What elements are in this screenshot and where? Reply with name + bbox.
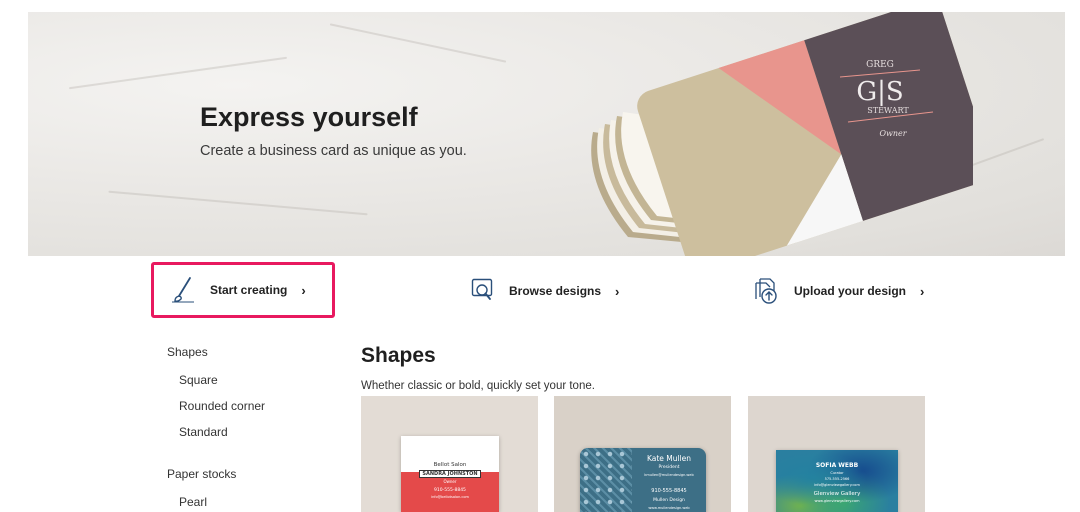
hero-subtitle: Create a business card as unique as you. <box>200 143 467 159</box>
section-title: Shapes <box>361 344 436 367</box>
card-text: info@bellotsalon.com <box>431 495 469 499</box>
chevron-right-icon: › <box>615 283 620 299</box>
card-pattern <box>580 448 632 512</box>
browse-designs-link[interactable]: Browse designs › <box>471 278 619 304</box>
browse-designs-label: Browse designs <box>509 284 602 298</box>
magnifier-card-icon <box>471 278 493 300</box>
sidebar-item-rounded-corner[interactable]: Rounded corner <box>179 399 265 413</box>
card-text: info@glenviewgallery.com <box>814 483 860 487</box>
shape-tile-square[interactable]: Bellot Salon SANDRA JOHNSTON Owner 910-5… <box>361 396 538 512</box>
card-text: Mullen Design <box>653 498 685 503</box>
start-creating-link[interactable]: Start creating › <box>170 276 306 304</box>
card-text: kmullen@mullendesign.web <box>644 473 694 477</box>
card-text: www.mullendesign.web <box>648 506 690 510</box>
card-name-top: GREG <box>866 60 894 70</box>
chevron-right-icon: › <box>920 283 925 299</box>
hero-title: Express yourself <box>200 102 418 132</box>
upload-design-label: Upload your design <box>794 284 907 298</box>
chevron-right-icon: › <box>301 282 306 298</box>
shape-tile-standard[interactable]: SOFIA WEBB Curator 575-555-2566 info@gle… <box>748 396 925 512</box>
card-text: SANDRA JOHNSTON <box>419 470 481 478</box>
hero-banner: Express yourself Create a business card … <box>28 12 1065 256</box>
sidebar-item-square[interactable]: Square <box>179 373 218 387</box>
shape-tile-rounded-corner[interactable]: Kate Mullen President kmullen@mullendesi… <box>554 396 731 512</box>
card-text: Kate Mullen <box>646 454 692 463</box>
card-text: Glenview Gallery <box>813 491 861 497</box>
card-text: 575-555-2566 <box>824 477 850 481</box>
start-creating-label: Start creating <box>210 283 288 297</box>
sidebar-heading-paper-stocks[interactable]: Paper stocks <box>167 467 236 481</box>
card-role: Owner <box>879 129 907 138</box>
standard-card-preview: SOFIA WEBB Curator 575-555-2566 info@gle… <box>776 450 898 512</box>
hero-card-stack-image: GREG G|S STEWART Owner <box>591 12 973 256</box>
upload-design-link[interactable]: Upload your design › <box>754 277 924 305</box>
sidebar-item-standard[interactable]: Standard <box>179 425 228 439</box>
marble-vein <box>108 190 368 216</box>
section-description: Whether classic or bold, quickly set you… <box>361 380 595 392</box>
sidebar-item-pearl[interactable]: Pearl <box>179 495 207 509</box>
card-text: Curator <box>830 471 844 475</box>
card-text: www.glenviewgallery.com <box>814 499 860 503</box>
card-text: Owner <box>443 479 457 484</box>
card-name-bottom: STEWART <box>867 106 909 115</box>
card-text: 910-555-8845 <box>434 488 466 493</box>
upload-icon <box>755 278 777 304</box>
card-text: President <box>658 465 680 470</box>
marble-vein <box>68 56 288 90</box>
marble-vein <box>329 23 507 63</box>
top-business-card <box>637 12 973 256</box>
card-text: 910-555-8845 <box>651 488 687 494</box>
card-monogram: G|S <box>856 77 903 107</box>
paintbrush-icon <box>172 277 194 303</box>
card-text: SOFIA WEBB <box>815 462 859 469</box>
rounded-card-preview: Kate Mullen President kmullen@mullendesi… <box>580 448 706 512</box>
square-card-preview: Bellot Salon SANDRA JOHNSTON Owner 910-5… <box>401 436 499 512</box>
card-text: Bellot Salon <box>433 462 467 468</box>
sidebar-heading-shapes[interactable]: Shapes <box>167 345 208 359</box>
